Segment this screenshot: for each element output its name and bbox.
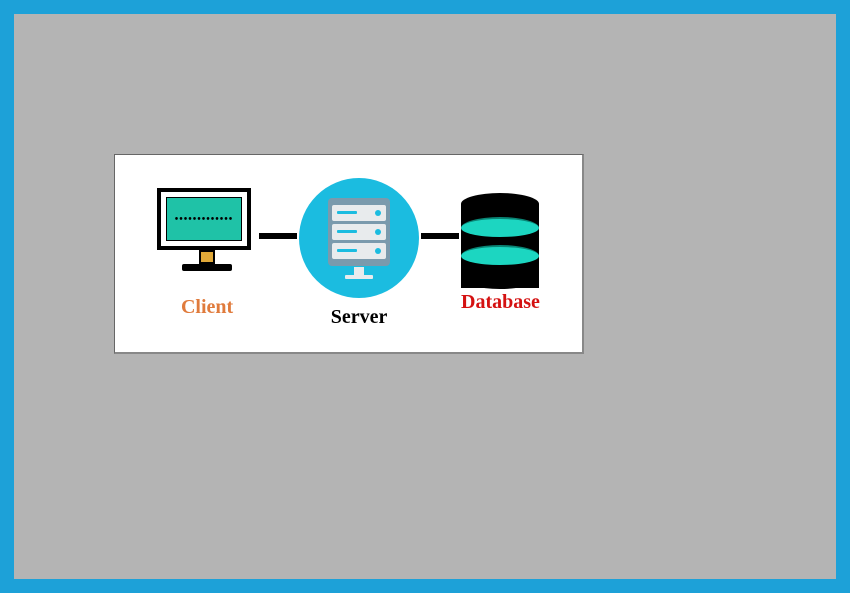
database-cylinder-icon: [461, 193, 539, 283]
connector-server-database: [421, 233, 459, 239]
client-node: ••••••••••••• Client: [157, 188, 257, 319]
server-base: [345, 275, 373, 279]
server-unit: [332, 205, 386, 221]
screen-dots: •••••••••••••: [175, 214, 234, 225]
database-node: Database: [461, 193, 540, 314]
server-stand: [354, 267, 364, 275]
db-bottom: [461, 267, 539, 289]
connector-client-server: [259, 233, 297, 239]
monitor-screen: •••••••••••••: [166, 197, 242, 241]
server-rack-icon: [299, 178, 419, 298]
db-cylinder: [461, 193, 539, 283]
server-unit: [332, 243, 386, 259]
server-unit: [332, 224, 386, 240]
server-label: Server: [331, 306, 388, 329]
client-label: Client: [181, 296, 233, 319]
db-ring: [461, 245, 539, 267]
db-ring: [461, 217, 539, 239]
database-label: Database: [461, 291, 540, 314]
db-top: [461, 193, 539, 215]
client-monitor-icon: •••••••••••••: [157, 188, 257, 288]
monitor-frame: •••••••••••••: [157, 188, 251, 250]
server-node: Server: [299, 178, 419, 329]
monitor-stand: [199, 250, 215, 264]
server-rack: [328, 198, 390, 266]
monitor-base: [182, 264, 232, 271]
architecture-diagram: ••••••••••••• Client Server: [114, 154, 584, 354]
